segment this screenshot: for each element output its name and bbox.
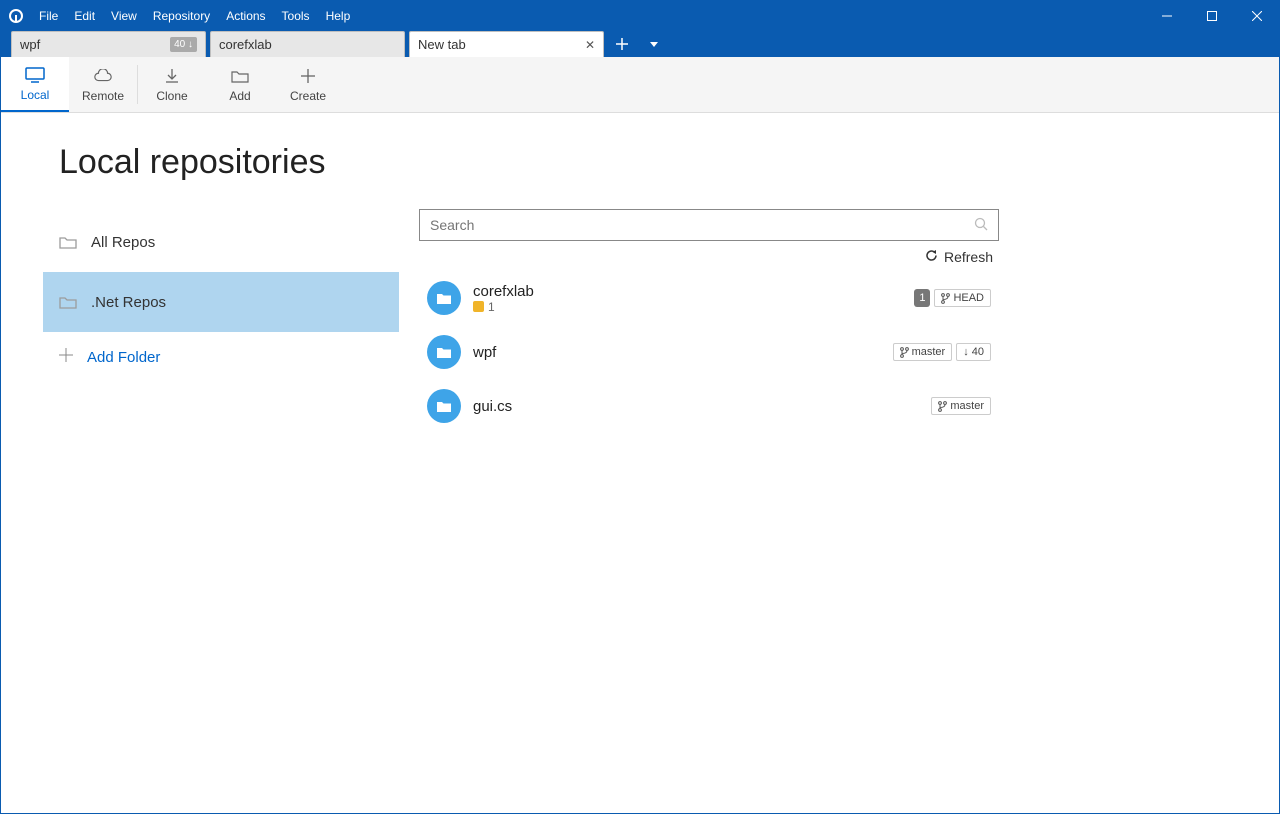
toolbar-remote-button[interactable]: Remote xyxy=(69,57,137,112)
tab-label: New tab xyxy=(418,37,466,52)
folder-all-repos[interactable]: All Repos xyxy=(43,212,399,272)
menu-actions[interactable]: Actions xyxy=(218,1,273,31)
toolbar-clone-button[interactable]: Clone xyxy=(138,57,206,112)
menu-edit[interactable]: Edit xyxy=(66,1,103,31)
title-bar: File Edit View Repository Actions Tools … xyxy=(1,1,1279,31)
branch-icon xyxy=(941,293,950,304)
window-close-button[interactable] xyxy=(1234,1,1279,31)
repo-text: gui.cs xyxy=(473,398,512,415)
toolbar-label: Remote xyxy=(82,89,124,103)
repo-badges: master xyxy=(931,397,991,415)
tab-new[interactable]: New tab ✕ xyxy=(409,31,604,57)
menu-help[interactable]: Help xyxy=(318,1,359,31)
repo-row-corefxlab[interactable]: corefxlab 1 1 HEAD xyxy=(419,271,999,325)
search-icon xyxy=(974,217,988,234)
repo-panel: Refresh corefxlab 1 1 HEAD xyxy=(399,113,1279,813)
app-logo-icon xyxy=(1,1,31,31)
download-icon xyxy=(162,67,182,85)
toolbar: Local Remote Clone Add Create xyxy=(1,57,1279,113)
branch-badge: master xyxy=(893,343,953,361)
folder-label: All Repos xyxy=(91,234,155,251)
menu-bar: File Edit View Repository Actions Tools … xyxy=(31,1,358,31)
add-folder-button[interactable]: Add Folder xyxy=(43,332,399,382)
toolbar-label: Clone xyxy=(156,89,187,103)
monitor-icon xyxy=(25,66,45,84)
close-icon[interactable]: ✕ xyxy=(579,38,595,52)
plus-icon xyxy=(298,67,318,85)
repo-folder-icon xyxy=(427,389,461,423)
menu-view[interactable]: View xyxy=(103,1,145,31)
cloud-icon xyxy=(93,67,113,85)
toolbar-label: Create xyxy=(290,89,326,103)
folder-icon xyxy=(59,235,77,249)
toolbar-label: Local xyxy=(21,88,50,102)
tabs-row: wpf 40 ↓ corefxlab New tab ✕ xyxy=(1,31,1279,57)
repo-text: wpf xyxy=(473,344,496,361)
tab-wpf[interactable]: wpf 40 ↓ xyxy=(11,31,206,57)
repo-text: corefxlab 1 xyxy=(473,283,534,314)
plus-icon xyxy=(59,348,73,366)
tab-label: wpf xyxy=(20,37,40,52)
window-minimize-button[interactable] xyxy=(1144,1,1189,31)
tab-badge: 40 ↓ xyxy=(170,37,197,52)
search-input[interactable] xyxy=(430,217,974,233)
repo-name: gui.cs xyxy=(473,398,512,415)
add-folder-label: Add Folder xyxy=(87,349,160,366)
branch-icon xyxy=(900,347,909,358)
repo-name: wpf xyxy=(473,344,496,361)
repo-row-wpf[interactable]: wpf master ↓ 40 xyxy=(419,325,999,379)
repo-folder-icon xyxy=(427,335,461,369)
repo-folder-icon xyxy=(427,281,461,315)
tab-label: corefxlab xyxy=(219,37,272,52)
refresh-icon xyxy=(925,249,938,265)
toolbar-create-button[interactable]: Create xyxy=(274,57,342,112)
branch-icon xyxy=(938,401,947,412)
toolbar-add-button[interactable]: Add xyxy=(206,57,274,112)
repo-badges: 1 HEAD xyxy=(914,289,991,307)
behind-badge: ↓ 40 xyxy=(956,343,991,361)
toolbar-label: Add xyxy=(229,89,250,103)
window-maximize-button[interactable] xyxy=(1189,1,1234,31)
repo-stash: 1 xyxy=(473,300,534,314)
search-box[interactable] xyxy=(419,209,999,241)
tab-corefxlab[interactable]: corefxlab xyxy=(210,31,405,57)
main-content: Local repositories All Repos .Net Repos … xyxy=(1,113,1279,813)
sidebar: Local repositories All Repos .Net Repos … xyxy=(1,113,399,813)
repo-badges: master ↓ 40 xyxy=(893,343,991,361)
folder-list: All Repos .Net Repos Add Folder xyxy=(43,212,399,382)
count-badge: 1 xyxy=(914,289,930,307)
tab-dropdown-button[interactable] xyxy=(640,31,668,57)
folder-net-repos[interactable]: .Net Repos xyxy=(43,272,399,332)
menu-file[interactable]: File xyxy=(31,1,66,31)
new-tab-button[interactable] xyxy=(608,31,636,57)
branch-badge: HEAD xyxy=(934,289,991,307)
repo-row-guics[interactable]: gui.cs master xyxy=(419,379,999,433)
folder-open-icon xyxy=(230,67,250,85)
refresh-label: Refresh xyxy=(944,249,993,265)
folder-label: .Net Repos xyxy=(91,294,166,311)
menu-repository[interactable]: Repository xyxy=(145,1,218,31)
folder-icon xyxy=(59,295,77,309)
branch-badge: master xyxy=(931,397,991,415)
toolbar-local-button[interactable]: Local xyxy=(1,57,69,112)
menu-tools[interactable]: Tools xyxy=(274,1,318,31)
page-title: Local repositories xyxy=(59,143,399,182)
stash-icon xyxy=(473,301,484,312)
refresh-button[interactable]: Refresh xyxy=(419,241,999,271)
repo-name: corefxlab xyxy=(473,283,534,300)
